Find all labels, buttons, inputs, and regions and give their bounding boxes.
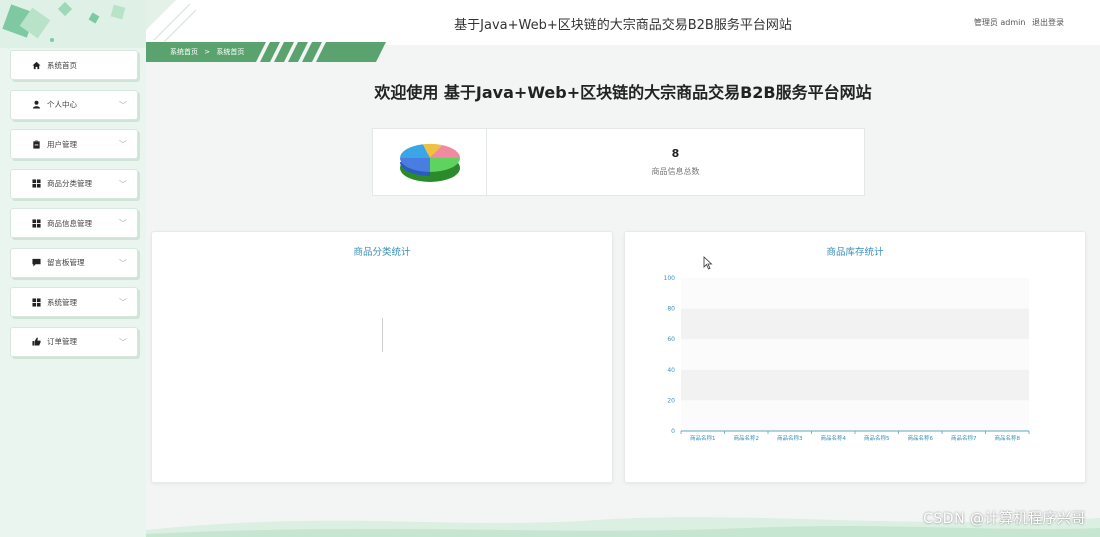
message-icon [31,258,41,268]
grid-icon [31,297,41,307]
y-tick-label: 0 [671,428,675,435]
breadcrumb-home[interactable]: 系统首页 [170,48,198,56]
chevron-down-icon: ﹀ [119,337,127,347]
grid-icon [31,179,41,189]
y-tick-label: 60 [667,336,675,343]
sidebar-item-label: 商品分类管理 [47,179,92,188]
sidebar-item-label: 用户管理 [47,139,77,149]
sidebar-item-home[interactable]: 系统首页 [10,50,138,80]
breadcrumb-current: 系统首页 [216,48,245,56]
stock-bar-chart: 0 20 40 60 80 100 商品名称1 商品名称2 商品名称3 商品名称4 商品名称5 商品名… [664,275,1030,442]
stock-stats-panel: 商品库存统计 0 20 40 60 80 100 商品名称1 商品名称2 商品名称3 商品名称4 商… [624,231,1086,483]
top-header: 基于Java+Web+区块链的大宗商品交易B2B服务平台网站 管理员 admin… [146,0,1100,45]
x-tick-label: 商品名称5 [864,434,890,442]
grid-band [681,308,1029,340]
clipboard-icon [31,139,41,149]
pie-chart-icon [373,129,487,195]
chevron-down-icon: ﹀ [119,100,127,110]
sidebar-item-label: 系统管理 [47,297,77,307]
logout-link[interactable]: 退出登录 [1032,18,1064,27]
sidebar-menu: 系统首页 个人中心 ﹀ 用户管理 ﹀ 商品分类管理 ﹀ 商品信息管理 ﹀ 留言板… [10,50,138,366]
x-tick-label: 商品名称6 [908,434,934,442]
x-tick-label: 商品名称3 [777,434,803,442]
x-tick-label: 商品名称1 [690,434,716,442]
stat-card: 8 商品信息总数 [372,128,865,196]
x-tick-label: 商品名称4 [821,434,847,442]
x-tick-label: 商品名称8 [995,434,1021,442]
y-tick-label: 80 [667,306,675,313]
grid-band [681,339,1029,370]
sidebar-item-orders[interactable]: 订单管理 ﹀ [10,326,138,357]
welcome-heading: 欢迎使用 基于Java+Web+区块链的大宗商品交易B2B服务平台网站 [374,83,872,102]
y-tick-label: 20 [667,397,675,404]
grid-band [681,400,1029,431]
x-tick-label: 商品名称7 [951,434,977,442]
sidebar-item-label: 留言板管理 [47,258,85,267]
y-tick-label: 40 [667,367,675,374]
sidebar-item-users[interactable]: 用户管理 ﹀ [10,129,138,159]
home-icon [31,60,41,70]
sidebar-decoration [0,0,146,48]
watermark: CSDN @计算机程序兴哥 [923,511,1086,527]
grid-icon [31,218,41,228]
sidebar-item-messages[interactable]: 留言板管理 ﹀ [10,247,138,278]
sidebar-item-category[interactable]: 商品分类管理 ﹀ [10,168,138,199]
empty-chart-marker [382,318,383,352]
panel-title: 商品分类统计 [353,247,411,258]
sidebar-item-profile[interactable]: 个人中心 ﹀ [10,89,138,120]
user-label: 管理员 admin [973,18,1026,27]
site-title: 基于Java+Web+区块链的大宗商品交易B2B服务平台网站 [454,18,792,33]
user-area: 管理员 admin 退出登录 [970,17,1064,28]
category-stats-panel: 商品分类统计 [151,231,613,483]
thumbs-up-icon [31,337,41,347]
sidebar-item-label: 系统首页 [47,60,77,70]
sidebar: 系统首页 个人中心 ﹀ 用户管理 ﹀ 商品分类管理 ﹀ 商品信息管理 ﹀ 留言板… [0,0,146,537]
grid-band [681,369,1029,401]
chevron-down-icon: ﹀ [119,219,127,228]
goods-count-label: 商品信息总数 [651,167,700,176]
breadcrumb-separator: > [204,48,211,56]
sidebar-item-goods[interactable]: 商品信息管理 ﹀ [10,208,138,238]
chevron-down-icon: ﹀ [119,298,127,307]
breadcrumb: 系统首页 > 系统首页 [170,47,248,57]
chevron-down-icon: ﹀ [119,258,127,268]
goods-count: 8 [671,147,680,160]
sidebar-item-system[interactable]: 系统管理 ﹀ [10,287,138,317]
chevron-down-icon: ﹀ [119,179,127,189]
chevron-down-icon: ﹀ [119,140,127,149]
sidebar-item-label: 订单管理 [47,337,77,346]
main-content: 欢迎使用 基于Java+Web+区块链的大宗商品交易B2B服务平台网站 8 商品… [146,45,1100,537]
sidebar-item-label: 个人中心 [47,100,77,109]
grid-band [681,278,1029,309]
sidebar-item-label: 商品信息管理 [47,218,92,228]
stat-body: 8 商品信息总数 [487,129,864,195]
y-tick-label: 100 [664,275,676,282]
mouse-cursor-icon [703,256,713,270]
x-tick-label: 商品名称2 [734,434,760,442]
person-icon [31,100,41,110]
